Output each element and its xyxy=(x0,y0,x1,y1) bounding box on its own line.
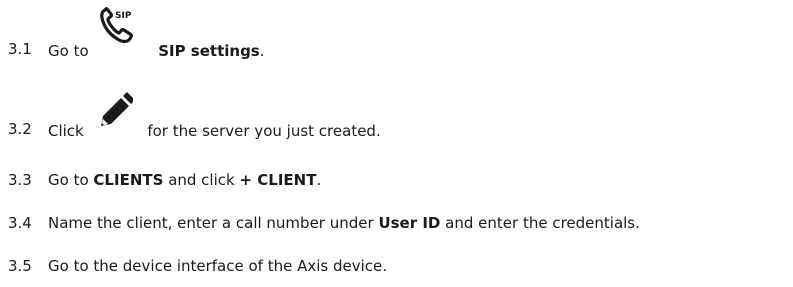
svg-text:SIP: SIP xyxy=(115,11,132,21)
step-text-pre: Name the client, enter a call number und… xyxy=(48,214,374,232)
step-text-bold: CLIENTS xyxy=(93,171,164,189)
step-text-pre: Go to xyxy=(48,42,89,60)
step-text-pre: Go to xyxy=(48,171,89,189)
step-text: Name the client, enter a call number und… xyxy=(48,214,640,232)
sip-phone-icon: SIP xyxy=(99,7,143,56)
step-text-post: . xyxy=(259,42,265,60)
step-number: 3.4 xyxy=(8,214,32,232)
pencil-edit-icon xyxy=(95,92,133,136)
step-text: Go to SIP SIP settings. xyxy=(48,7,265,60)
step-number: 3.3 xyxy=(8,171,32,189)
step-text-bold: User ID xyxy=(378,214,441,232)
step-text-post: and enter the credentials. xyxy=(445,214,640,232)
step-text: Click for the server you just created. xyxy=(48,92,381,140)
step-text-mid: and click xyxy=(168,171,235,189)
step-text: Go to the device interface of the Axis d… xyxy=(48,257,388,275)
step-number: 3.5 xyxy=(8,257,32,275)
step-text-bold: + CLIENT xyxy=(239,171,317,189)
step-text-post: . xyxy=(316,171,322,189)
step-text-post: for the server you just created. xyxy=(147,122,381,140)
step-text: Go to CLIENTS and click + CLIENT. xyxy=(48,171,321,189)
step-text-bold: SIP settings xyxy=(158,42,260,60)
step-text-pre: Click xyxy=(48,122,84,140)
step-number: 3.2 xyxy=(8,120,32,138)
step-number: 3.1 xyxy=(8,40,32,58)
